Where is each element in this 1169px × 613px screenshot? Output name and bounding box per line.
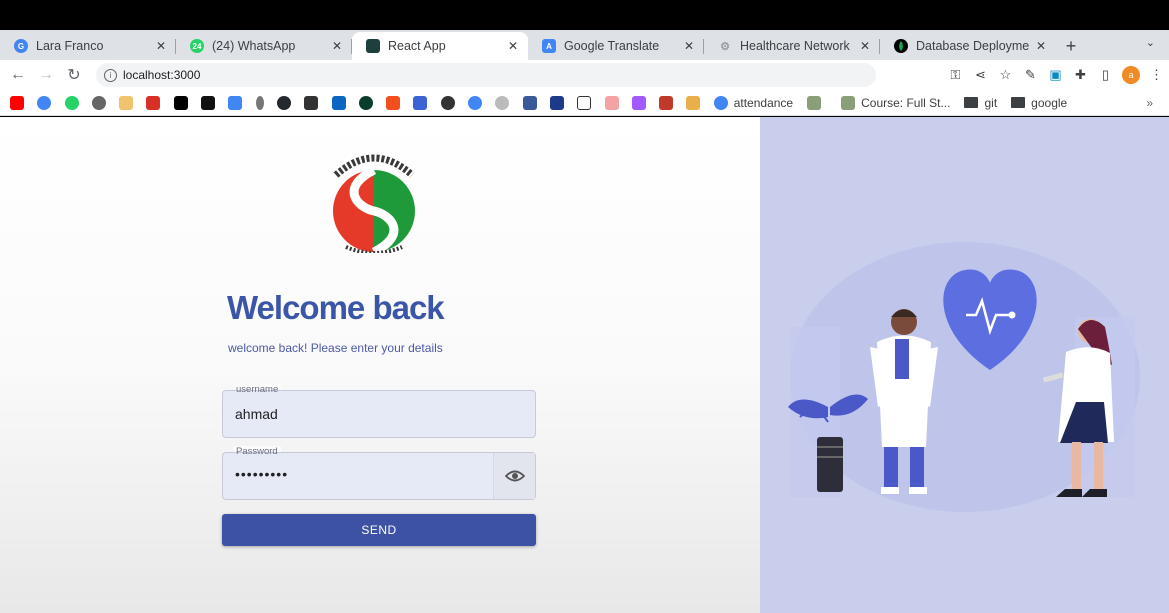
extension-camera-icon[interactable]: ▣ xyxy=(1043,67,1068,83)
gear-icon: ⚙ xyxy=(720,40,730,53)
puzzle-icon[interactable]: ✚ xyxy=(1068,67,1093,83)
toolbar-icons: ⚿ ⋖ ☆ ✎ ▣ ✚ ▯ a ⋮ xyxy=(943,60,1169,90)
close-icon[interactable]: ✕ xyxy=(508,39,518,53)
tab-title: Lara Franco xyxy=(36,39,104,53)
google-g-icon: G xyxy=(14,39,28,53)
linkedin-icon[interactable] xyxy=(331,95,346,110)
close-icon[interactable]: ✕ xyxy=(156,39,166,53)
bookmark-folder-git[interactable]: git xyxy=(964,96,997,110)
tab-google-translate[interactable]: A Google Translate ✕ xyxy=(528,32,704,60)
feather-icon[interactable] xyxy=(255,95,264,110)
chrome-icon[interactable] xyxy=(468,95,483,110)
organization-logo xyxy=(333,154,415,253)
tab-title: React App xyxy=(388,39,446,53)
folder-icon xyxy=(1011,97,1026,108)
n-icon[interactable] xyxy=(549,95,564,110)
tab-strip: G Lara Franco ✕ 24 (24) WhatsApp ✕ React… xyxy=(0,30,1169,60)
login-panel: Welcome back welcome back! Please enter … xyxy=(0,117,760,613)
bookmark-sheet[interactable] xyxy=(807,95,827,110)
github-icon[interactable] xyxy=(276,95,291,110)
extension-pen-icon[interactable]: ✎ xyxy=(1018,67,1043,83)
ai-icon[interactable] xyxy=(201,95,216,110)
bookmark-attendance[interactable]: attendance xyxy=(713,95,793,110)
reload-icon[interactable]: ↻ xyxy=(60,65,88,85)
tab-database-deployment[interactable]: Database Deployme ✕ xyxy=(880,32,1056,60)
bookmarks-bar: attendance Course: Full St... git google… xyxy=(0,90,1169,116)
crown-icon[interactable] xyxy=(686,95,701,110)
tab-healthcare-network[interactable]: ⚙ Healthcare Network ✕ xyxy=(704,32,880,60)
youtube-icon[interactable] xyxy=(10,95,24,110)
figma-icon[interactable] xyxy=(386,95,401,110)
mongodb-leaf-icon xyxy=(894,39,908,53)
github-desktop-icon[interactable] xyxy=(91,95,106,110)
star-icon[interactable]: ☆ xyxy=(993,67,1018,83)
tab-react-app[interactable]: React App ✕ xyxy=(352,32,528,60)
tab-title: Database Deployme xyxy=(916,39,1030,53)
close-icon[interactable]: ✕ xyxy=(332,39,342,53)
google-g-icon[interactable] xyxy=(37,95,52,110)
whatsapp-icon: 24 xyxy=(190,39,204,53)
globe-icon[interactable] xyxy=(440,95,455,110)
translate-icon: A xyxy=(542,39,556,53)
folder-icon xyxy=(964,97,979,108)
notion-icon[interactable] xyxy=(304,95,319,110)
page-title: Welcome back xyxy=(227,289,445,326)
address-bar: ← → ↻ i localhost:3000 ⚿ ⋖ ☆ ✎ ▣ ✚ ▯ a ⋮ xyxy=(0,60,1169,90)
doctors-illustration xyxy=(788,242,1140,512)
heart-bookmark-icon[interactable] xyxy=(604,95,619,110)
bookmark-folder-google[interactable]: google xyxy=(1011,96,1067,110)
url-text: localhost:3000 xyxy=(123,68,201,82)
back-arrow-icon[interactable]: ← xyxy=(4,66,32,84)
eye-icon[interactable] xyxy=(493,453,535,499)
url-field[interactable]: i localhost:3000 xyxy=(96,63,876,87)
tab-title: Google Translate xyxy=(564,39,660,53)
healthcare-illustration xyxy=(760,117,1169,613)
sheet-icon xyxy=(807,95,822,110)
username-label: username xyxy=(233,384,282,395)
square-icon[interactable] xyxy=(577,95,592,110)
password-field[interactable]: Password ••••••••• xyxy=(222,446,536,500)
translate-icon[interactable] xyxy=(228,95,243,110)
kebab-menu-icon[interactable]: ⋮ xyxy=(1144,67,1169,83)
react-app-icon xyxy=(366,39,380,53)
google-g-icon xyxy=(713,95,728,110)
h-icon[interactable] xyxy=(522,95,537,110)
bookmark-course[interactable]: Course: Full St... xyxy=(841,95,950,110)
dev-icon[interactable] xyxy=(173,95,188,110)
avatar[interactable]: a xyxy=(1122,66,1140,84)
sheet-icon xyxy=(841,95,856,110)
login-page: Welcome back welcome back! Please enter … xyxy=(0,117,1169,613)
close-icon[interactable]: ✕ xyxy=(1036,39,1046,53)
flag-icon[interactable] xyxy=(413,95,428,110)
username-field[interactable]: username ahmad xyxy=(222,384,536,438)
close-icon[interactable]: ✕ xyxy=(684,39,694,53)
app-icon[interactable] xyxy=(659,95,674,110)
screen-top-bar xyxy=(0,0,1169,30)
page-subtitle: welcome back! Please enter your details xyxy=(228,341,443,355)
more-bookmarks-chevron-icon[interactable]: » xyxy=(1146,96,1153,110)
tab-search-chevron-icon[interactable]: ⌄ xyxy=(1146,36,1155,49)
tab-lara-franco[interactable]: G Lara Franco ✕ xyxy=(0,32,176,60)
bookmark-icon[interactable] xyxy=(119,95,134,110)
share-icon[interactable]: ⋖ xyxy=(968,67,993,83)
tab-title: Healthcare Network xyxy=(740,39,850,53)
c-icon[interactable] xyxy=(495,95,510,110)
tab-title: (24) WhatsApp xyxy=(212,39,296,53)
site-info-icon[interactable]: i xyxy=(104,68,117,82)
password-value: ••••••••• xyxy=(235,466,289,482)
key-icon[interactable]: ⚿ xyxy=(943,67,968,83)
whatsapp-icon[interactable] xyxy=(64,95,79,110)
mongodb-icon[interactable] xyxy=(358,95,373,110)
tab-whatsapp[interactable]: 24 (24) WhatsApp ✕ xyxy=(176,32,352,60)
side-panel-icon[interactable]: ▯ xyxy=(1093,67,1118,83)
forward-arrow-icon[interactable]: → xyxy=(32,66,60,84)
close-icon[interactable]: ✕ xyxy=(860,39,870,53)
password-label: Password xyxy=(233,446,281,457)
new-tab-button[interactable]: + xyxy=(1058,32,1084,60)
send-button[interactable]: SEND xyxy=(222,514,536,546)
username-value: ahmad xyxy=(235,406,278,422)
figma-icon[interactable] xyxy=(631,95,646,110)
scrimba-icon[interactable] xyxy=(146,95,161,110)
